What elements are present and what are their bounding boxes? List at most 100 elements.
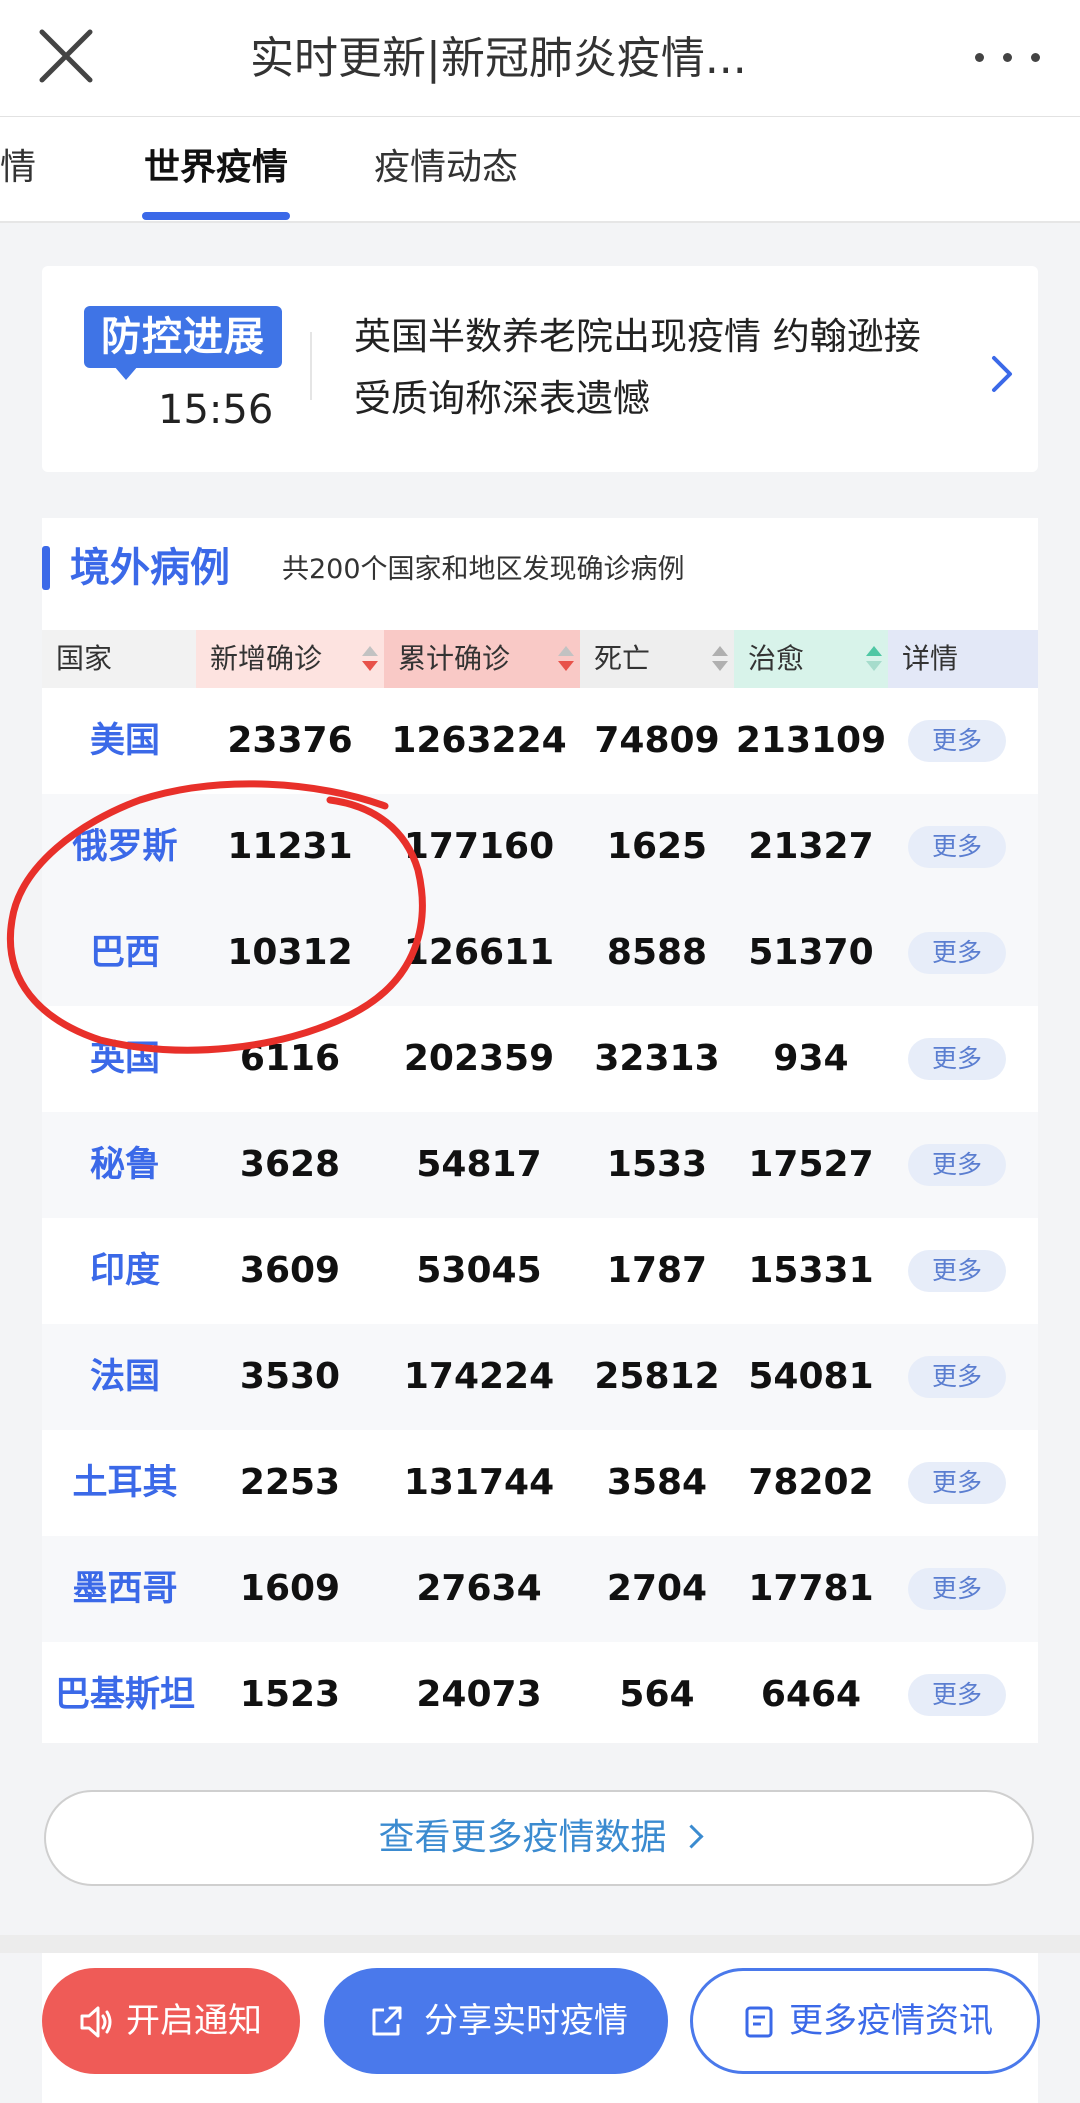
table-row: 巴西 10312 126611 8588 51370 更多 xyxy=(42,900,1038,1006)
more-dots-icon xyxy=(975,53,984,62)
section-marker xyxy=(42,546,50,590)
country-link[interactable]: 巴西 xyxy=(42,900,208,1006)
table-row: 秘鲁 3628 54817 1533 17527 更多 xyxy=(42,1112,1038,1218)
tab-domestic[interactable]: 疫情 xyxy=(0,143,36,193)
more-button[interactable]: 更多 xyxy=(908,1038,1006,1080)
new-cases-cell: 23376 xyxy=(227,720,353,761)
column-header-label: 新增确诊 xyxy=(210,642,323,675)
country-link[interactable]: 土耳其 xyxy=(42,1430,208,1536)
sort-icon xyxy=(712,644,728,674)
deaths-cell: 3584 xyxy=(606,1462,708,1503)
recovered-cell: 6464 xyxy=(760,1674,862,1715)
deaths-cell: 25812 xyxy=(594,1356,720,1397)
table-header: 国家 新增确诊 累计确诊 死亡 治愈 详情 xyxy=(42,630,1038,688)
tab-news[interactable]: 疫情动态 xyxy=(374,143,518,193)
recovered-cell: 21327 xyxy=(748,826,874,867)
more-button[interactable]: 更多 xyxy=(908,1462,1006,1504)
more-button[interactable]: 更多 xyxy=(908,1144,1006,1186)
more-button[interactable]: 更多 xyxy=(908,1250,1006,1292)
table-row: 土耳其 2253 131744 3584 78202 更多 xyxy=(42,1430,1038,1536)
enable-notification-button[interactable]: 开启通知 xyxy=(42,1968,300,2074)
overseas-cases-section: 境外病例 共200个国家和地区发现确诊病例 国家 新增确诊 累计确诊 死亡 治愈… xyxy=(42,518,1038,1886)
deaths-cell: 8588 xyxy=(606,932,708,973)
deaths-cell: 74809 xyxy=(594,720,720,761)
country-link[interactable]: 秘鲁 xyxy=(42,1112,208,1218)
news-card[interactable]: 防控进展 15:56 英国半数养老院出现疫情 约翰逊接受质询称深表遗憾 xyxy=(42,266,1038,472)
table-row: 法国 3530 174224 25812 54081 更多 xyxy=(42,1324,1038,1430)
more-button[interactable]: 更多 xyxy=(908,826,1006,868)
recovered-cell: 51370 xyxy=(748,932,874,973)
top-bar: 实时更新|新冠肺炎疫情... xyxy=(0,0,1080,117)
column-header-label: 死亡 xyxy=(594,642,651,675)
chevron-right-icon xyxy=(678,1823,704,1849)
table-row: 美国 23376 1263224 74809 213109 更多 xyxy=(42,688,1038,794)
country-link[interactable]: 俄罗斯 xyxy=(42,794,208,900)
new-cases-cell: 10312 xyxy=(227,932,353,973)
recovered-cell: 17781 xyxy=(748,1568,874,1609)
column-header-total[interactable]: 累计确诊 xyxy=(384,630,580,688)
badge-tail xyxy=(114,366,138,380)
country-link[interactable]: 法国 xyxy=(42,1324,208,1430)
recovered-cell: 213109 xyxy=(735,720,887,761)
total-cases-cell: 53045 xyxy=(416,1250,542,1291)
bottom-action-bar: 开启通知 分享实时疫情 更多疫情资讯 xyxy=(0,1968,1080,2103)
sort-icon xyxy=(362,644,378,674)
column-header-new[interactable]: 新增确诊 xyxy=(196,630,384,688)
divider xyxy=(310,332,312,400)
column-header-label: 详情 xyxy=(902,642,959,675)
new-cases-cell: 1523 xyxy=(239,1674,341,1715)
more-button[interactable]: 更多 xyxy=(908,720,1006,762)
close-button[interactable] xyxy=(36,26,96,86)
deaths-cell: 1625 xyxy=(606,826,708,867)
column-header-recovered[interactable]: 治愈 xyxy=(734,630,888,688)
view-more-data-button[interactable]: 查看更多疫情数据 xyxy=(44,1790,1034,1886)
table-row: 墨西哥 1609 27634 2704 17781 更多 xyxy=(42,1536,1038,1642)
total-cases-cell: 1263224 xyxy=(391,720,567,761)
country-link[interactable]: 美国 xyxy=(42,688,208,794)
total-cases-cell: 27634 xyxy=(416,1568,542,1609)
column-header-label: 累计确诊 xyxy=(398,642,511,675)
more-button[interactable]: 更多 xyxy=(908,1568,1006,1610)
column-header-country: 国家 xyxy=(42,630,196,688)
total-cases-cell: 202359 xyxy=(403,1038,555,1079)
new-cases-cell: 2253 xyxy=(239,1462,341,1503)
news-headline: 英国半数养老院出现疫情 约翰逊接受质询称深表遗憾 xyxy=(354,315,921,420)
recovered-cell: 54081 xyxy=(748,1356,874,1397)
total-cases-cell: 54817 xyxy=(416,1144,542,1185)
deaths-cell: 564 xyxy=(619,1674,695,1715)
total-cases-cell: 126611 xyxy=(403,932,555,973)
enable-notification-label: 开启通知 xyxy=(126,2001,262,2041)
country-link[interactable]: 巴基斯坦 xyxy=(42,1642,208,1748)
active-tab-indicator xyxy=(142,212,290,220)
country-link[interactable]: 墨西哥 xyxy=(42,1536,208,1642)
column-header-deaths[interactable]: 死亡 xyxy=(580,630,734,688)
sort-icon xyxy=(866,644,882,674)
tab-world[interactable]: 世界疫情 xyxy=(144,143,288,193)
new-cases-cell: 1609 xyxy=(239,1568,341,1609)
more-button[interactable]: 更多 xyxy=(908,1356,1006,1398)
close-icon xyxy=(39,29,93,83)
column-header-label: 治愈 xyxy=(748,642,805,675)
deaths-cell: 1533 xyxy=(606,1144,708,1185)
new-cases-cell: 3628 xyxy=(239,1144,341,1185)
more-options-button[interactable] xyxy=(975,42,1041,72)
deaths-cell: 32313 xyxy=(594,1038,720,1079)
share-realtime-label: 分享实时疫情 xyxy=(424,2001,628,2041)
total-cases-cell: 177160 xyxy=(403,826,555,867)
new-cases-cell: 11231 xyxy=(227,826,353,867)
page-title: 实时更新|新冠肺炎疫情... xyxy=(250,33,747,84)
total-cases-cell: 24073 xyxy=(416,1674,542,1715)
share-icon xyxy=(372,2006,402,2036)
new-cases-cell: 6116 xyxy=(239,1038,341,1079)
more-button[interactable]: 更多 xyxy=(908,1674,1006,1716)
section-subtitle: 共200个国家和地区发现确诊病例 xyxy=(282,554,685,585)
more-news-button[interactable]: 更多疫情资讯 xyxy=(690,1968,1040,2074)
more-news-label: 更多疫情资讯 xyxy=(789,2001,993,2041)
total-cases-cell: 131744 xyxy=(403,1462,555,1503)
more-button[interactable]: 更多 xyxy=(908,932,1006,974)
country-link[interactable]: 印度 xyxy=(42,1218,208,1324)
share-realtime-button[interactable]: 分享实时疫情 xyxy=(324,1968,668,2074)
deaths-cell: 2704 xyxy=(606,1568,708,1609)
country-link[interactable]: 英国 xyxy=(42,1006,208,1112)
column-header-label: 国家 xyxy=(56,642,113,675)
